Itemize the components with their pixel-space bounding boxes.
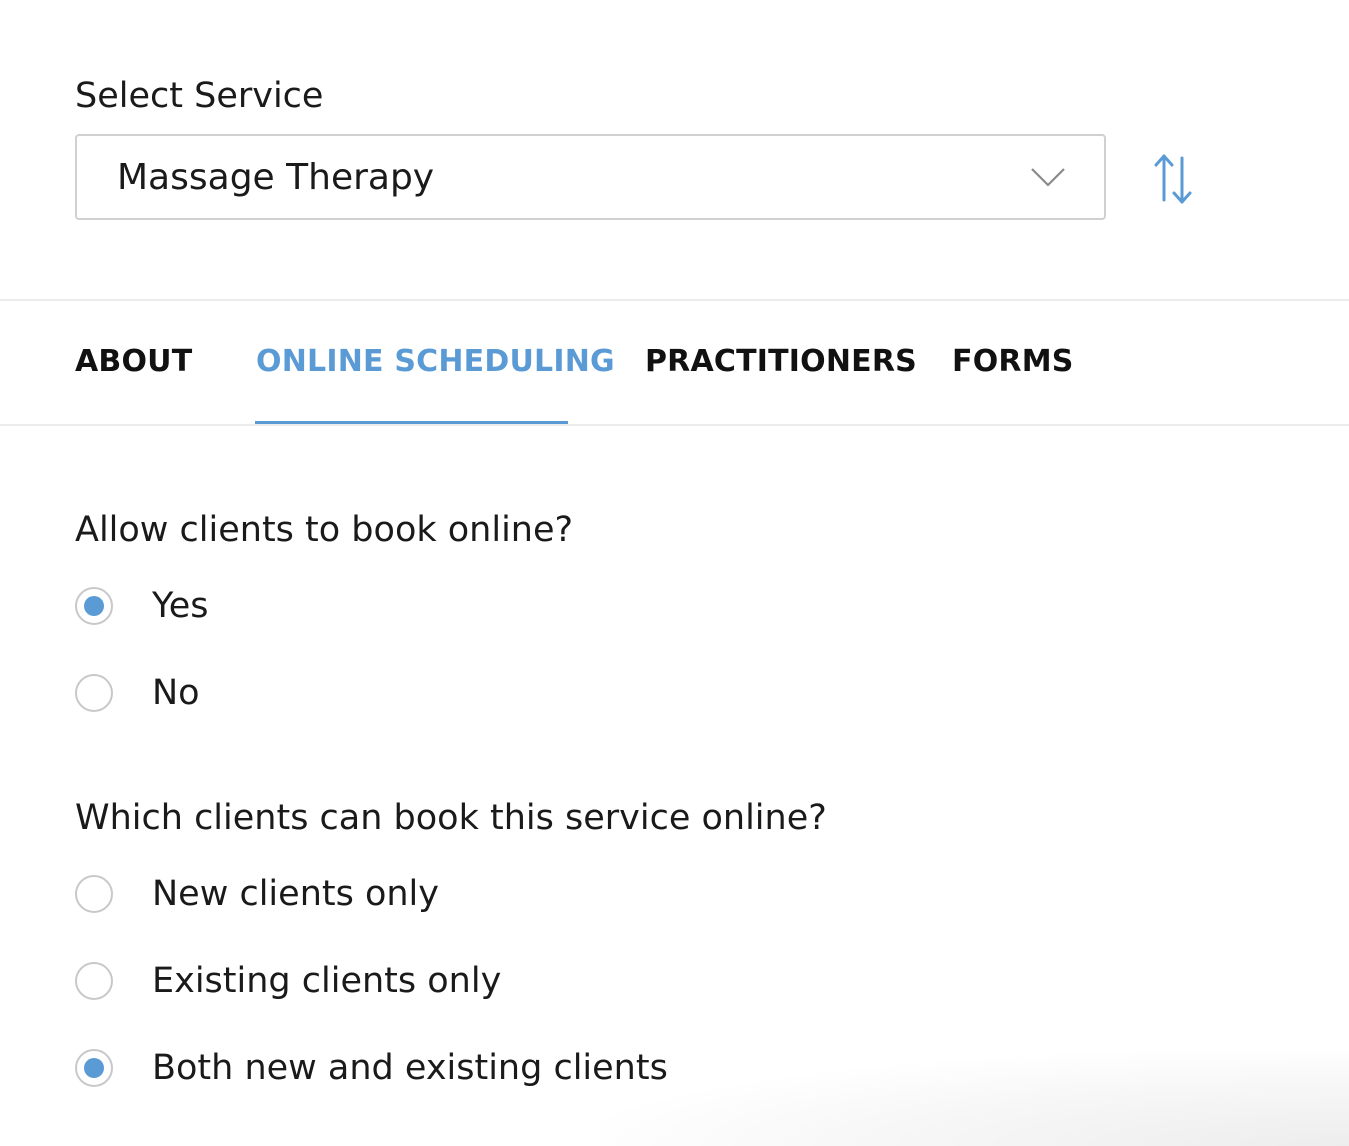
service-settings-page: Select Service Massage Therapy ABOUT ONL… xyxy=(0,0,1349,1146)
book-online-question: Allow clients to book online? xyxy=(75,510,574,550)
radio-label: Both new and existing clients xyxy=(152,1048,668,1088)
radio-dot xyxy=(84,1058,104,1078)
radio-label: Existing clients only xyxy=(152,961,502,1001)
radio-button[interactable] xyxy=(75,962,113,1000)
which-clients-question: Which clients can book this service onli… xyxy=(75,798,827,838)
corner-shadow xyxy=(600,1050,1349,1146)
tab-online-scheduling[interactable]: ONLINE SCHEDULING xyxy=(256,342,615,382)
tab-practitioners[interactable]: PRACTITIONERS xyxy=(645,342,917,382)
radio-button-checked[interactable] xyxy=(75,1049,113,1087)
sort-arrows-icon[interactable] xyxy=(1152,152,1196,206)
radio-label: Yes xyxy=(152,586,209,626)
tabs-top-divider xyxy=(0,299,1349,301)
service-select-value: Massage Therapy xyxy=(117,157,435,198)
radio-dot xyxy=(84,596,104,616)
radio-label: No xyxy=(152,673,200,713)
select-service-label: Select Service xyxy=(75,76,324,116)
radio-button-checked[interactable] xyxy=(75,587,113,625)
chevron-down-icon xyxy=(1031,168,1065,187)
tab-forms[interactable]: FORMS xyxy=(952,342,1074,382)
tab-about[interactable]: ABOUT xyxy=(75,342,192,382)
radio-button[interactable] xyxy=(75,674,113,712)
radio-button[interactable] xyxy=(75,875,113,913)
tabs-bottom-divider xyxy=(0,424,1349,426)
service-select[interactable]: Massage Therapy xyxy=(75,134,1106,220)
radio-label: New clients only xyxy=(152,874,439,914)
